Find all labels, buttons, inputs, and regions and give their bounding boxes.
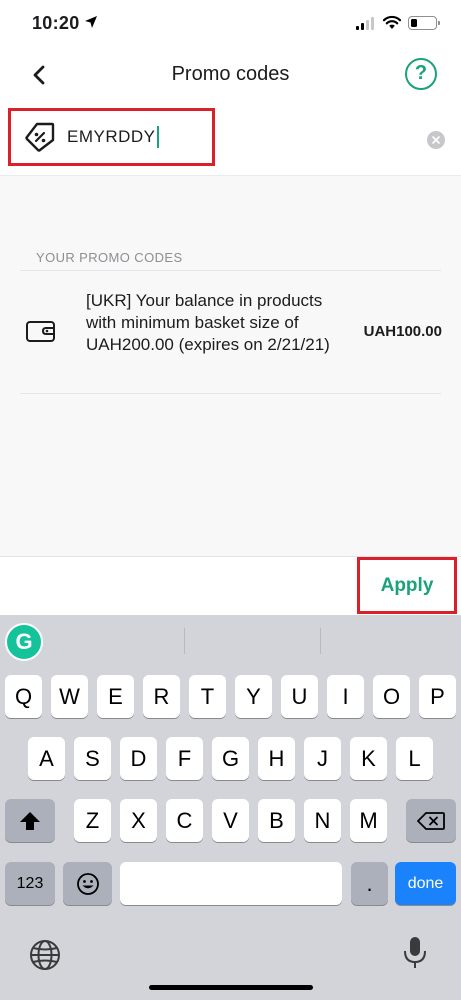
key-j[interactable]: J bbox=[304, 737, 341, 780]
keyboard: G Q W E R T Y U I O P A S D F G H J K L … bbox=[0, 615, 461, 1000]
key-o[interactable]: O bbox=[373, 675, 410, 718]
key-z[interactable]: Z bbox=[74, 799, 111, 842]
clear-input-button[interactable] bbox=[427, 131, 445, 149]
apply-label: Apply bbox=[380, 574, 434, 596]
page-title: Promo codes bbox=[171, 63, 290, 85]
emoji-key[interactable] bbox=[63, 862, 112, 905]
location-arrow-icon bbox=[85, 16, 97, 28]
promo-description: [UKR] Your balance in products with mini… bbox=[86, 291, 330, 354]
emoji-icon bbox=[76, 872, 99, 895]
home-indicator bbox=[149, 985, 313, 990]
period-key[interactable]: . bbox=[351, 862, 388, 905]
status-bar: 10:20 bbox=[0, 0, 461, 50]
promo-code-input[interactable]: EMYRDDY bbox=[8, 108, 215, 166]
key-g[interactable]: G bbox=[212, 737, 249, 780]
key-b[interactable]: B bbox=[258, 799, 295, 842]
apply-bar: Apply bbox=[0, 556, 461, 615]
key-r[interactable]: R bbox=[143, 675, 180, 718]
wifi-icon bbox=[382, 15, 402, 29]
promo-code-input-row: EMYRDDY bbox=[0, 100, 461, 176]
suggestion-bar: G bbox=[0, 615, 461, 667]
help-button[interactable]: ? bbox=[405, 58, 437, 90]
backspace-icon bbox=[417, 811, 445, 830]
status-time: 10:20 bbox=[32, 13, 80, 33]
apply-button[interactable]: Apply bbox=[357, 557, 457, 614]
key-n[interactable]: N bbox=[304, 799, 341, 842]
key-p[interactable]: P bbox=[419, 675, 456, 718]
key-q[interactable]: Q bbox=[5, 675, 42, 718]
key-s[interactable]: S bbox=[74, 737, 111, 780]
promo-code-value: EMYRDDY bbox=[67, 127, 156, 146]
numbers-key[interactable]: 123 bbox=[5, 862, 55, 905]
key-e[interactable]: E bbox=[97, 675, 134, 718]
suggestion-divider bbox=[320, 628, 321, 654]
cellular-signal-icon bbox=[356, 17, 374, 30]
key-d[interactable]: D bbox=[120, 737, 157, 780]
discount-tag-icon bbox=[23, 120, 57, 154]
key-l[interactable]: L bbox=[396, 737, 433, 780]
wallet-icon bbox=[26, 321, 55, 342]
text-cursor bbox=[156, 126, 159, 148]
globe-icon[interactable] bbox=[27, 937, 63, 973]
key-a[interactable]: A bbox=[28, 737, 65, 780]
microphone-icon[interactable] bbox=[403, 935, 427, 971]
key-h[interactable]: H bbox=[258, 737, 295, 780]
key-m[interactable]: M bbox=[350, 799, 387, 842]
key-i[interactable]: I bbox=[327, 675, 364, 718]
nav-bar: Promo codes ? bbox=[0, 50, 461, 100]
shift-icon bbox=[20, 811, 40, 830]
battery-icon bbox=[408, 16, 440, 30]
key-v[interactable]: V bbox=[212, 799, 249, 842]
grammarly-button[interactable]: G bbox=[5, 623, 43, 661]
done-key[interactable]: done bbox=[395, 862, 456, 905]
key-t[interactable]: T bbox=[189, 675, 226, 718]
section-header: YOUR PROMO CODES bbox=[36, 250, 183, 265]
backspace-key[interactable] bbox=[406, 799, 456, 842]
key-w[interactable]: W bbox=[51, 675, 88, 718]
close-icon bbox=[432, 136, 440, 144]
key-u[interactable]: U bbox=[281, 675, 318, 718]
key-k[interactable]: K bbox=[350, 737, 387, 780]
suggestion-divider bbox=[184, 628, 185, 654]
key-f[interactable]: F bbox=[166, 737, 203, 780]
key-c[interactable]: C bbox=[166, 799, 203, 842]
promo-amount: UAH100.00 bbox=[363, 323, 442, 340]
space-key[interactable] bbox=[120, 862, 342, 905]
promo-list-item[interactable]: [UKR] Your balance in products with mini… bbox=[0, 271, 461, 393]
key-x[interactable]: X bbox=[120, 799, 157, 842]
shift-key[interactable] bbox=[5, 799, 55, 842]
key-y[interactable]: Y bbox=[235, 675, 272, 718]
divider bbox=[20, 393, 441, 394]
